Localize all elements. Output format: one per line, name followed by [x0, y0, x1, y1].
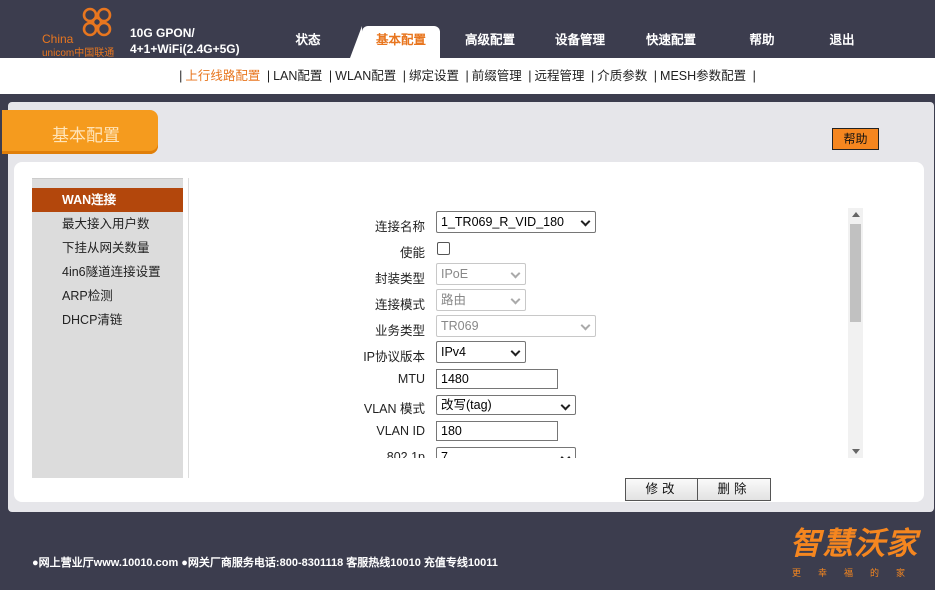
left-item-max-users[interactable]: 最大接入用户数	[32, 212, 183, 236]
scroll-thumb[interactable]	[850, 224, 861, 322]
nav-status[interactable]: 状态	[284, 26, 332, 58]
nav-device-management[interactable]: 设备管理	[546, 26, 614, 58]
subnav-media-params[interactable]: 介质参数	[597, 69, 647, 83]
label-encapsulation: 封装类型	[374, 272, 425, 286]
ip-version-select[interactable]: IPv4	[436, 341, 526, 363]
scroll-down-arrow-icon[interactable]	[852, 449, 860, 454]
logo-text-unicom: unicom中国联通	[42, 48, 115, 59]
row-encapsulation: 封装类型 IPoE	[195, 263, 845, 289]
top-header: China unicom中国联通 10G GPON/ 4+1+WiFi(2.4G…	[0, 0, 935, 59]
left-menu: WAN连接 最大接入用户数 下挂从网关数量 4in6隧道连接设置 ARP检测 D…	[32, 178, 183, 478]
row-connection-mode: 连接模式 路由	[195, 289, 845, 315]
vlan-id-input[interactable]: 180	[436, 421, 558, 441]
row-vlan-id: VLAN ID 180	[195, 419, 845, 445]
left-item-wan-connection[interactable]: WAN连接	[32, 188, 183, 212]
label-8021p: 802.1p	[386, 450, 425, 458]
subnav-separator: |	[402, 69, 407, 83]
row-vlan-mode: VLAN 模式 改写(tag)	[195, 393, 845, 419]
label-connection-mode: 连接模式	[374, 298, 425, 312]
connection-mode-select[interactable]: 路由	[436, 289, 526, 311]
modify-button[interactable]: 修改	[625, 478, 699, 501]
row-8021p: 802.1p 7	[195, 445, 845, 458]
label-vlan-mode: VLAN 模式	[363, 402, 425, 416]
subnav-separator: |	[528, 69, 532, 83]
row-ip-version: IP协议版本 IPv4	[195, 341, 845, 367]
product-line-2: 4+1+WiFi(2.4G+5G)	[130, 42, 240, 56]
nav-help[interactable]: 帮助	[740, 26, 784, 58]
unicom-logo: China unicom中国联通	[40, 6, 125, 59]
label-service-type: 业务类型	[374, 324, 425, 338]
subnav-uplink-config[interactable]: 上行线路配置	[185, 69, 260, 83]
subnav-binding-settings[interactable]: 绑定设置	[409, 69, 459, 83]
left-divider	[188, 178, 189, 478]
service-type-select[interactable]: TR069	[436, 315, 596, 337]
left-item-4in6-tunnel[interactable]: 4in6隧道连接设置	[32, 260, 183, 284]
subnav-separator: |	[752, 69, 756, 83]
nav-advanced-config[interactable]: 高级配置	[456, 26, 524, 58]
connection-name-select[interactable]: 1_TR069_R_VID_180	[436, 211, 596, 233]
subnav-remote-management[interactable]: 远程管理	[535, 69, 585, 83]
brand-main-text: 智慧沃家	[790, 526, 918, 562]
subnav-separator: |	[328, 69, 333, 83]
label-ip-version: IP协议版本	[363, 350, 425, 364]
subnav-separator: |	[465, 69, 469, 83]
nav-logout[interactable]: 退出	[820, 26, 864, 58]
subnav-separator: |	[266, 69, 271, 83]
brand-sub-text: 更幸福的家	[792, 569, 923, 579]
form-scrollbar[interactable]	[848, 208, 863, 458]
mtu-input[interactable]: 1480	[436, 369, 558, 389]
subnav-separator: |	[653, 69, 658, 83]
label-connection-name: 连接名称	[374, 220, 425, 234]
delete-button[interactable]: 删除	[697, 478, 771, 501]
label-vlan-id: VLAN ID	[376, 424, 425, 438]
label-enable: 使能	[399, 246, 425, 260]
row-enable: 使能	[195, 237, 845, 263]
row-connection-name: 连接名称 1_TR069_R_VID_180	[195, 211, 845, 237]
row-service-type: 业务类型 TR069	[195, 315, 845, 341]
subnav-wlan-config[interactable]: WLAN配置	[335, 69, 396, 83]
section-title-tab: 基本配置	[2, 110, 158, 154]
label-mtu: MTU	[397, 372, 425, 386]
footer-info: ●网上营业厅www.10010.com ●网关厂商服务电话:800-830111…	[32, 557, 498, 569]
help-button[interactable]: 帮助	[832, 128, 879, 150]
row-mtu: MTU 1480	[195, 367, 845, 393]
vlan-mode-select[interactable]: 改写(tag)	[436, 395, 576, 415]
nav-basic-config[interactable]: 基本配置	[350, 26, 440, 58]
sub-nav: | 上行线路配置 | LAN配置 | WLAN配置 | 绑定设置 | 前缀管理 | 远程管理…	[0, 58, 935, 94]
wan-form: 连接名称 1_TR069_R_VID_180 使能 封装类型 IPoE 连接模式…	[195, 208, 863, 458]
subnav-lan-config[interactable]: LAN配置	[273, 69, 322, 83]
scroll-up-arrow-icon[interactable]	[852, 212, 860, 217]
unicom-knot-icon	[82, 7, 112, 37]
subnav-separator: |	[591, 69, 595, 83]
nav-quick-config[interactable]: 快速配置	[637, 26, 705, 58]
section-title: 基本配置	[52, 126, 120, 145]
left-item-sub-gateways[interactable]: 下挂从网关数量	[32, 236, 183, 260]
enable-checkbox[interactable]	[437, 242, 450, 255]
brand-logo: 智慧沃家 更幸福的家	[790, 518, 930, 582]
subnav-mesh-config[interactable]: MESH参数配置	[660, 69, 746, 83]
subnav-separator: |	[179, 69, 183, 83]
subnav-prefix-management[interactable]: 前缀管理	[472, 69, 522, 83]
encapsulation-select[interactable]: IPoE	[436, 263, 526, 285]
product-line-1: 10G GPON/	[130, 26, 195, 40]
left-menu-spacer	[32, 179, 183, 188]
product-name: 10G GPON/ 4+1+WiFi(2.4G+5G)	[130, 25, 240, 57]
left-item-dhcp-clear[interactable]: DHCP清链	[32, 308, 183, 332]
dot1p-select[interactable]: 7	[436, 447, 576, 458]
left-item-arp-detect[interactable]: ARP检测	[32, 284, 183, 308]
